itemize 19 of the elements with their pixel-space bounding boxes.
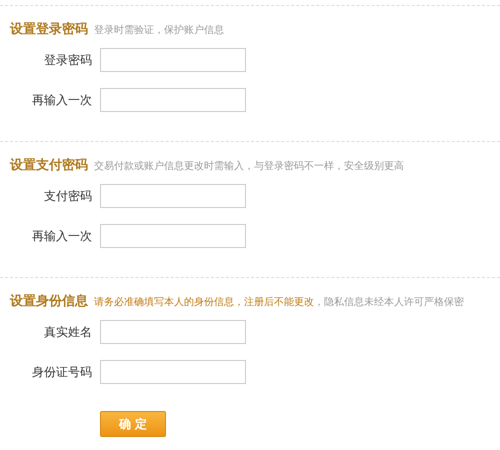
field-label: 身份证号码 (31, 364, 93, 380)
section-title: 设置支付密码 (10, 156, 88, 174)
confirm-button[interactable]: 确 定 (100, 411, 166, 437)
input-field[interactable] (100, 88, 246, 112)
field-label: 再输入一次 (31, 228, 93, 244)
input-field[interactable] (100, 360, 246, 384)
section-hint: 交易付款或账户信息更改时需输入，与登录密码不一样，安全级别更高 (94, 160, 404, 173)
input-field[interactable] (100, 48, 246, 72)
section-title: 设置登录密码 (10, 20, 88, 38)
field-label: 登录密码 (43, 52, 93, 68)
field-label: 支付密码 (43, 188, 93, 204)
input-field[interactable] (100, 320, 246, 344)
section-hint: 登录时需验证，保护账户信息 (94, 24, 224, 37)
section-hint: 请务必准确填写本人的身份信息，注册后不能更改，隐私信息未经本人许可严格保密 (94, 296, 464, 309)
section-title: 设置身份信息 (10, 293, 88, 310)
field-label: 再输入一次 (31, 92, 93, 108)
input-field[interactable] (100, 224, 246, 248)
input-field[interactable] (100, 184, 246, 208)
field-label: 真实姓名 (43, 324, 93, 340)
